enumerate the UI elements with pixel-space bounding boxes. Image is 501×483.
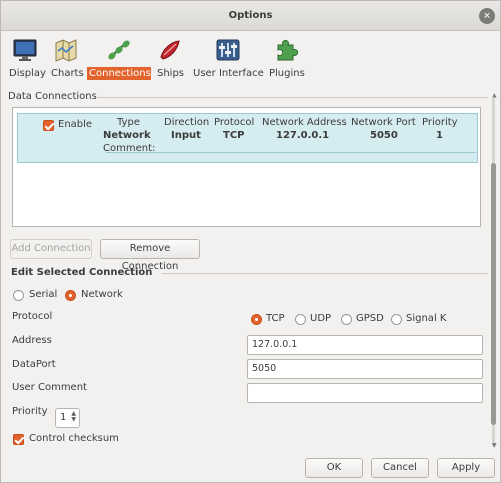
serial-label: Serial — [29, 289, 58, 300]
plugins-icon — [277, 39, 299, 61]
priority-spinner[interactable]: 1 ▲ ▼ — [55, 408, 80, 428]
close-icon[interactable]: × — [479, 8, 495, 24]
options-toolbar: Display Charts Connections Ships User In… — [1, 32, 500, 88]
divider — [96, 97, 488, 98]
window-title: Options — [228, 10, 273, 21]
network-label: Network — [81, 289, 123, 300]
udp-label: UDP — [310, 313, 332, 324]
cancel-button[interactable]: Cancel — [371, 458, 429, 478]
row-direction: Input — [171, 130, 201, 141]
row-network-address: 127.0.0.1 — [276, 130, 330, 141]
edit-connection-title: Edit Selected Connection — [11, 267, 153, 278]
options-window: Options × Display Charts Connections Shi… — [0, 0, 501, 483]
spinner-arrows-icon[interactable]: ▲ ▼ — [71, 411, 76, 423]
gpsd-radio[interactable] — [341, 314, 352, 325]
address-label: Address — [12, 335, 52, 346]
ok-button[interactable]: OK — [305, 458, 363, 478]
user-comment-label: User Comment — [12, 382, 87, 393]
dataport-input[interactable]: 5050 — [247, 359, 483, 379]
priority-label: Priority — [12, 406, 48, 417]
tab-label: Plugins — [269, 68, 305, 79]
tab-label: Charts — [51, 68, 84, 79]
tab-label: Connections — [87, 67, 151, 80]
row-priority: 1 — [436, 130, 443, 141]
header-priority: Priority — [422, 117, 458, 128]
control-checksum-label: Control checksum — [29, 433, 119, 444]
connections-list[interactable]: Enable Type Direction Protocol Network A… — [12, 107, 481, 227]
row-type: Network — [103, 130, 151, 141]
tab-charts[interactable]: Charts — [49, 37, 84, 80]
scroll-down-icon[interactable]: ▼ — [492, 442, 497, 449]
remove-connection-button[interactable]: Remove Connection — [100, 239, 200, 272]
divider — [162, 273, 488, 274]
tcp-radio[interactable] — [251, 314, 262, 325]
header-network-address: Network Address — [262, 117, 347, 128]
scroll-thumb[interactable] — [491, 163, 496, 425]
connections-panel: Data Connections Enable Type Direction P… — [4, 89, 489, 449]
gpsd-label: GPSD — [356, 313, 384, 324]
add-connection-button[interactable]: Add Connection — [10, 239, 92, 259]
network-radio[interactable] — [65, 290, 76, 301]
dataport-label: DataPort — [12, 359, 56, 370]
signal-k-label: Signal K — [406, 313, 447, 324]
monitor-icon — [13, 39, 37, 61]
enable-label: Enable — [58, 119, 93, 130]
serial-radio[interactable] — [13, 290, 24, 301]
row-protocol: TCP — [223, 130, 245, 141]
apply-button[interactable]: Apply — [437, 458, 495, 478]
tab-display[interactable]: Display — [7, 37, 46, 80]
tab-plugins[interactable]: Plugins — [267, 37, 305, 80]
udp-radio[interactable] — [295, 314, 306, 325]
data-connections-title: Data Connections — [8, 91, 97, 102]
header-network-port: Network Port — [351, 117, 416, 128]
address-input[interactable]: 127.0.0.1 — [247, 335, 483, 355]
header-type: Type — [117, 117, 140, 128]
tab-ships[interactable]: Ships — [155, 37, 185, 80]
priority-value: 1 — [60, 412, 67, 423]
user-comment-input[interactable] — [247, 383, 483, 403]
tab-connections[interactable]: Connections — [87, 37, 151, 80]
title-bar: Options × — [1, 1, 500, 31]
control-checksum-checkbox[interactable] — [13, 434, 24, 445]
connections-icon — [108, 40, 130, 60]
signal-k-radio[interactable] — [391, 314, 402, 325]
comment-divider — [106, 152, 476, 153]
header-direction: Direction — [164, 117, 210, 128]
dialog-buttons: OK Cancel Apply — [1, 453, 500, 483]
enable-checkbox[interactable] — [43, 120, 54, 131]
vertical-scrollbar[interactable] — [490, 97, 497, 447]
user-interface-icon — [216, 39, 240, 61]
connection-row[interactable]: Enable Type Direction Protocol Network A… — [17, 113, 478, 163]
protocol-label: Protocol — [12, 311, 53, 322]
charts-icon — [55, 39, 77, 62]
tab-label: User Interface — [193, 68, 264, 79]
header-protocol: Protocol — [214, 117, 255, 128]
tcp-label: TCP — [266, 313, 285, 324]
tab-label: Ships — [157, 68, 185, 79]
tab-user-interface[interactable]: User Interface — [191, 37, 265, 80]
tab-label: Display — [9, 68, 46, 79]
row-network-port: 5050 — [370, 130, 398, 141]
ship-icon — [160, 40, 180, 60]
